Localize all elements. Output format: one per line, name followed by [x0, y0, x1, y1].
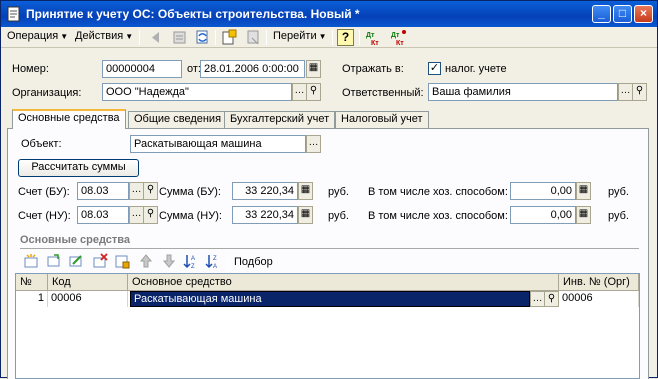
window-title: Принятие к учету ОС: Объекты строительст…: [26, 7, 360, 21]
bu-account-label: Счет (БУ):: [18, 186, 70, 198]
nu-sum-field[interactable]: 33 220,34: [232, 206, 298, 224]
row-asset-cell[interactable]: Раскатывающая машина: [130, 291, 530, 307]
row-asset-select-button[interactable]: …: [530, 291, 545, 307]
move-up-icon[interactable]: [138, 253, 154, 269]
responsible-select-button[interactable]: …: [618, 83, 633, 101]
bu-econ-currency-label: руб.: [608, 186, 629, 198]
organization-select-button[interactable]: …: [292, 83, 307, 101]
delete-row-icon[interactable]: [92, 253, 108, 269]
refresh-icon[interactable]: [194, 29, 211, 46]
svg-text:Z: Z: [213, 256, 217, 262]
bu-econ-calculator-icon[interactable]: ▦: [576, 182, 591, 200]
move-down-icon[interactable]: [161, 253, 177, 269]
bu-sum-field[interactable]: 33 220,34: [232, 182, 298, 200]
nu-sum-calculator-icon[interactable]: ▦: [298, 206, 313, 224]
calendar-icon[interactable]: ▦: [306, 60, 321, 78]
bu-econ-label: В том числе хоз. способом:: [368, 186, 508, 198]
actions-menu[interactable]: Действия ▼: [75, 30, 133, 42]
responsible-open-icon[interactable]: ⚲: [632, 83, 647, 101]
nu-account-field[interactable]: 08.03: [77, 206, 129, 224]
minimize-button[interactable]: _: [592, 5, 611, 23]
unpost-icon[interactable]: [245, 29, 262, 46]
sort-desc-icon[interactable]: ZA: [205, 253, 221, 269]
end-edit-icon[interactable]: [114, 253, 130, 269]
copy-row-icon[interactable]: [46, 253, 62, 269]
column-header-asset[interactable]: Основное средство: [128, 274, 559, 291]
column-header-number[interactable]: №: [16, 274, 48, 291]
title-bar[interactable]: Принятие к учету ОС: Объекты строительст…: [1, 1, 657, 27]
tax-accounting-checkbox[interactable]: ✓: [428, 62, 441, 75]
organization-label: Организация:: [12, 87, 82, 99]
operation-menu[interactable]: Операция ▼: [7, 30, 68, 42]
toolbar: Операция ▼ Действия ▼ Перейти ▼ ? Дт Кт Дт …: [1, 27, 657, 48]
pick-button[interactable]: Подбор: [234, 256, 273, 268]
svg-text:Z: Z: [191, 264, 195, 269]
back-icon[interactable]: [147, 29, 164, 46]
svg-text:A: A: [213, 264, 217, 269]
organization-field[interactable]: ООО "Надежда": [102, 83, 292, 101]
svg-text:A: A: [191, 256, 195, 262]
assets-table[interactable]: № Код Основное средство Инв. № (Орг) 1 0…: [15, 273, 640, 379]
section-divider: [20, 248, 639, 249]
nu-econ-calculator-icon[interactable]: ▦: [576, 206, 591, 224]
bu-account-select-button[interactable]: …: [129, 182, 144, 200]
add-row-icon[interactable]: [23, 253, 39, 269]
tab-fixed-assets[interactable]: Основные средства: [12, 109, 126, 129]
bu-account-open-icon[interactable]: ⚲: [143, 182, 158, 200]
nu-econ-currency-label: руб.: [608, 210, 629, 222]
edit-row-icon[interactable]: [68, 253, 84, 269]
list-icon[interactable]: [171, 29, 188, 46]
nu-econ-label: В том числе хоз. способом:: [368, 210, 508, 222]
nu-currency-label: руб.: [328, 210, 349, 222]
object-label: Объект:: [21, 138, 62, 150]
post-document-icon[interactable]: [221, 29, 238, 46]
nu-account-open-icon[interactable]: ⚲: [143, 206, 158, 224]
reflect-label: Отражать в:: [342, 63, 404, 75]
bu-sum-label: Сумма (БУ):: [159, 186, 221, 198]
bu-account-field[interactable]: 08.03: [77, 182, 129, 200]
bu-econ-field[interactable]: 0,00: [510, 182, 576, 200]
svg-text:Дт: Дт: [366, 32, 375, 39]
close-button[interactable]: ×: [634, 5, 653, 23]
responsible-label: Ответственный:: [342, 87, 424, 99]
date-field[interactable]: 28.01.2006 0:00:00: [200, 60, 305, 78]
nu-sum-label: Сумма (НУ):: [159, 210, 222, 222]
tab-tax-accounting[interactable]: Налоговый учет: [335, 111, 429, 128]
object-select-button[interactable]: …: [306, 135, 321, 153]
row-inventory-cell[interactable]: 00006: [559, 291, 639, 307]
bu-currency-label: руб.: [328, 186, 349, 198]
bu-sum-calculator-icon[interactable]: ▦: [298, 182, 313, 200]
nu-account-label: Счет (НУ):: [18, 210, 71, 222]
help-icon[interactable]: ?: [337, 29, 354, 46]
column-header-code[interactable]: Код: [48, 274, 128, 291]
document-icon: [7, 6, 20, 22]
tab-general-info[interactable]: Общие сведения: [128, 111, 228, 128]
tax-checkbox-label: налог. учете: [445, 63, 507, 75]
tab-accounting[interactable]: Бухгалтерский учет: [224, 111, 336, 128]
organization-open-icon[interactable]: ⚲: [306, 83, 321, 101]
document-window: Принятие к учету ОС: Объекты строительст…: [0, 0, 658, 379]
sort-asc-icon[interactable]: AZ: [183, 253, 199, 269]
number-label: Номер:: [12, 63, 49, 75]
calculate-sums-button[interactable]: Рассчитать суммы: [18, 159, 139, 177]
maximize-button[interactable]: □: [613, 5, 632, 23]
goto-menu[interactable]: Перейти ▼: [273, 30, 327, 42]
row-number-cell: 1: [16, 291, 48, 307]
column-header-inventory-number[interactable]: Инв. № (Орг): [559, 274, 639, 291]
dt-kt-icon[interactable]: Дт Кт: [365, 29, 382, 46]
svg-text:Кт: Кт: [371, 40, 379, 46]
responsible-field[interactable]: Ваша фамилия: [428, 83, 618, 101]
number-field[interactable]: 00000004: [102, 60, 182, 78]
row-asset-open-icon[interactable]: ⚲: [544, 291, 559, 307]
svg-text:Кт: Кт: [396, 40, 404, 46]
svg-text:Дт: Дт: [391, 32, 400, 39]
date-label: от:: [187, 63, 201, 75]
assets-section-title: Основные средства: [20, 234, 131, 246]
nu-econ-field[interactable]: 0,00: [510, 206, 576, 224]
row-code-cell[interactable]: 00006: [48, 291, 128, 307]
object-field[interactable]: Раскатывающая машина: [130, 135, 306, 153]
dt-kt-report-icon[interactable]: Дт Кт: [390, 29, 407, 46]
nu-account-select-button[interactable]: …: [129, 206, 144, 224]
